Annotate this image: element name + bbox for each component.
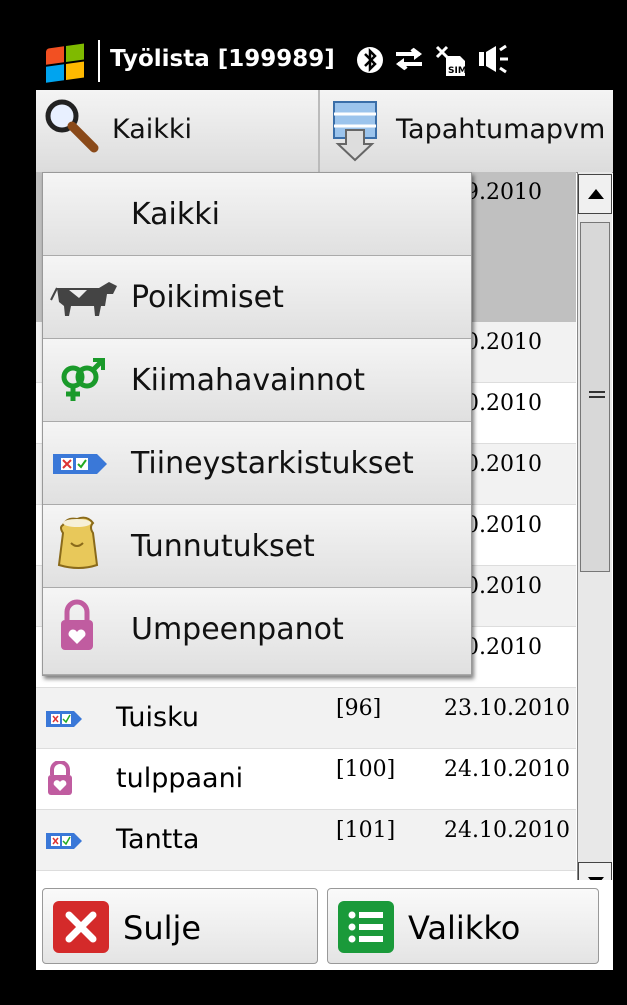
data-sync-icon[interactable]	[392, 44, 424, 78]
grip-line	[589, 391, 605, 393]
filter-label: Kaikki	[112, 114, 193, 145]
device-screen: Työlista [199989] SIM Kaikki Tapahtumapv…	[36, 32, 613, 970]
option-label: Umpeenpanot	[131, 612, 344, 647]
sort-icon	[332, 100, 378, 166]
filter-button[interactable]: Kaikki	[36, 90, 320, 172]
padlock-heart-icon	[57, 598, 129, 650]
row-number: [101]	[336, 818, 396, 843]
close-icon	[53, 901, 109, 953]
row-name: Tantta	[116, 824, 200, 855]
cow-icon	[49, 272, 121, 324]
row-number: [96]	[336, 696, 382, 721]
row-name: Tuisku	[116, 702, 199, 733]
pregnancy-check-tag-icon	[44, 708, 84, 734]
filter-option-tiineystarkistukset[interactable]: Tiineystarkistukset	[43, 422, 471, 505]
list-scrollbar[interactable]	[577, 172, 612, 912]
sort-button[interactable]: Tapahtumapvm	[320, 90, 613, 172]
close-button[interactable]: Sulje	[42, 888, 318, 964]
window-title: Työlista [199989]	[110, 46, 335, 72]
arrow-up-icon	[588, 189, 604, 199]
toolbar: Kaikki Tapahtumapvm	[36, 90, 613, 173]
row-date: 24.10.2010	[444, 757, 570, 782]
option-label: Kiimahavainnot	[131, 363, 365, 398]
row-date: 23.10.2010	[444, 696, 570, 721]
magnifier-icon	[40, 96, 100, 160]
option-label: Kaikki	[131, 197, 220, 232]
bluetooth-icon[interactable]	[354, 44, 386, 78]
status-separator	[98, 40, 100, 82]
filter-option-poikimiset[interactable]: Poikimiset	[43, 256, 471, 339]
pregnancy-check-tag-icon	[44, 830, 84, 856]
row-number: [100]	[336, 757, 396, 782]
row-date: 24.10.2010	[444, 818, 570, 843]
pregnancy-check-tag-icon	[49, 438, 121, 490]
list-item[interactable]: tulppaani [100] 24.10.2010	[36, 749, 576, 810]
padlock-heart-icon	[46, 760, 74, 801]
no-sim-icon[interactable]: SIM	[434, 44, 467, 78]
windows-start-icon[interactable]	[46, 43, 86, 85]
close-label: Sulje	[123, 909, 202, 947]
filter-option-umpeenpanot[interactable]: Umpeenpanot	[43, 588, 471, 675]
grip-line	[589, 396, 605, 398]
list-item[interactable]: Tuisku [96] 23.10.2010	[36, 688, 576, 749]
option-label: Tiineystarkistukset	[131, 446, 414, 481]
filter-option-kaikki[interactable]: Kaikki	[43, 173, 471, 256]
bottom-bar: Sulje Valikko	[36, 880, 613, 970]
option-label: Poikimiset	[131, 280, 284, 315]
list-menu-icon	[338, 901, 394, 953]
menu-button[interactable]: Valikko	[327, 888, 599, 964]
row-name: tulppaani	[116, 763, 244, 794]
svg-text:SIM: SIM	[448, 66, 467, 76]
scroll-up-button[interactable]	[578, 174, 612, 214]
sort-label: Tapahtumapvm	[396, 114, 606, 145]
scroll-thumb[interactable]	[580, 222, 610, 572]
menu-label: Valikko	[408, 909, 521, 947]
feed-sack-icon	[49, 516, 121, 573]
filter-option-kiimahavainnot[interactable]: Kiimahavainnot	[43, 339, 471, 422]
filter-dropdown: Kaikki Poikimiset Kiimahavainnot Tiineys…	[42, 172, 472, 676]
option-label: Tunnutukset	[131, 529, 315, 564]
gender-symbol-icon	[49, 355, 121, 407]
speaker-icon[interactable]	[476, 44, 508, 78]
status-bar: Työlista [199989] SIM	[36, 32, 613, 90]
list-item[interactable]: Tantta [101] 24.10.2010	[36, 810, 576, 871]
filter-option-tunnutukset[interactable]: Tunnutukset	[43, 505, 471, 588]
